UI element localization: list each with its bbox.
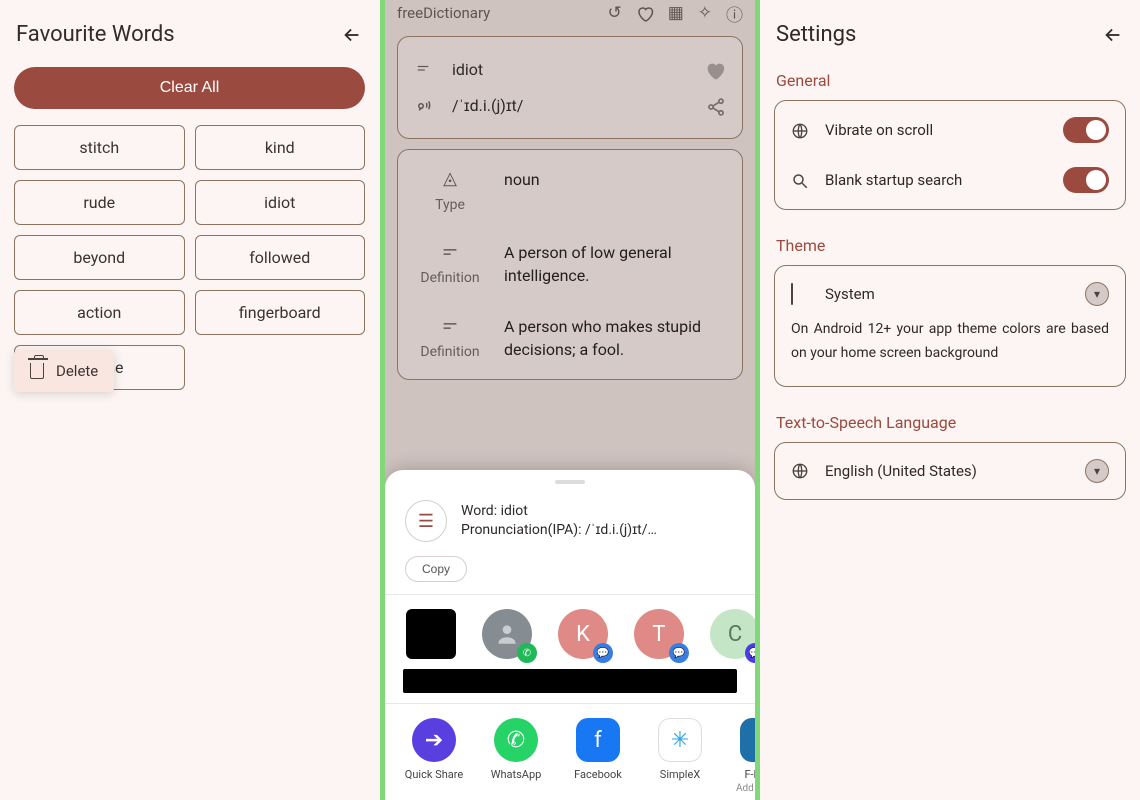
theme-description: On Android 12+ your app theme colors are… (775, 318, 1125, 382)
share-app[interactable]: ➔Quick Share (403, 718, 465, 781)
word-chip[interactable]: beyond (14, 235, 185, 280)
theme-value: System (825, 285, 1071, 303)
tts-card: English (United States) ▾ (774, 442, 1126, 500)
chevron-down-icon[interactable]: ▾ (1085, 459, 1109, 483)
definition-label: Definition (420, 344, 479, 360)
theme-selector-row[interactable]: System ▾ (775, 270, 1125, 318)
definition-label: Definition (420, 270, 479, 286)
copy-button[interactable]: Copy (405, 556, 467, 582)
type-icon: ◬ (414, 168, 486, 189)
heart-icon[interactable] (704, 57, 726, 82)
share-contact[interactable]: C💬 (707, 609, 755, 663)
app-title: freeDictionary (397, 4, 593, 22)
share-apps-row: ➔Quick Share ✆WhatsApp fFacebook ✳SimpleX ◘F… (385, 704, 755, 800)
general-settings-card: Vibrate on scroll Blank startup search (774, 100, 1126, 210)
word-chip[interactable]: fingerboard (195, 290, 366, 335)
setting-row-vibrate[interactable]: Vibrate on scroll (775, 105, 1125, 155)
share-app[interactable]: ✆WhatsApp (485, 718, 547, 781)
tts-value: English (United States) (825, 462, 1071, 480)
delete-context-item[interactable]: Delete (14, 350, 114, 392)
section-general-label: General (760, 61, 1140, 96)
vibrate-label: Vibrate on scroll (825, 121, 1049, 139)
share-app[interactable]: fFacebook (567, 718, 629, 781)
share-line-1: Word: idiot (461, 502, 657, 521)
definition-icon (414, 315, 486, 336)
clear-all-button[interactable]: Clear All (14, 67, 365, 109)
definition-text-1: A person of low general intelligence. (504, 241, 726, 287)
tts-selector-row[interactable]: English (United States) ▾ (775, 447, 1125, 495)
chevron-down-icon[interactable]: ▾ (1085, 282, 1109, 306)
definition-text-2: A person who makes stupid decisions; a f… (504, 315, 726, 361)
setting-row-blank-search[interactable]: Blank startup search (775, 155, 1125, 205)
share-app[interactable]: ◘F-DroidAdd repos… (731, 718, 755, 794)
share-line-2: Pronunciation(IPA): /ˈɪd.i.(j)ɪt/… (461, 521, 657, 540)
word-chip[interactable]: rude (14, 180, 185, 225)
type-value: noun (504, 168, 726, 213)
word-chip[interactable]: idiot (195, 180, 366, 225)
share-contacts-row: ✆ K💬 T💬 C💬 (385, 595, 755, 669)
share-icon[interactable] (706, 94, 726, 118)
word-chip[interactable]: action (14, 290, 185, 335)
share-doc-icon: ☰ (405, 500, 447, 542)
back-icon[interactable] (1102, 22, 1124, 47)
word-card: idiot /ˈɪd.i.(j)ɪt/ (397, 36, 743, 139)
globe-icon (791, 461, 811, 481)
share-contact[interactable]: ✆ (479, 609, 535, 663)
info-icon[interactable]: ⓘ (726, 1, 743, 26)
word-chip[interactable]: kind (195, 125, 366, 170)
blank-search-label: Blank startup search (825, 171, 1049, 189)
word-value: idiot (452, 60, 688, 79)
share-contact[interactable]: T💬 (631, 609, 687, 663)
ipa-value: /ˈɪd.i.(j)ɪt/ (452, 96, 690, 116)
notes-icon (414, 59, 436, 80)
favourites-title: Favourite Words (16, 22, 175, 47)
type-label: Type (435, 197, 465, 213)
favourite-icon[interactable] (636, 3, 654, 23)
monitor-icon (791, 284, 811, 304)
blank-search-toggle[interactable] (1063, 167, 1109, 193)
word-chip[interactable]: followed (195, 235, 366, 280)
settings-title: Settings (776, 22, 856, 47)
history-icon[interactable]: ↺ (607, 3, 621, 23)
share-contact[interactable]: K💬 (555, 609, 611, 663)
share-sheet: ☰ Word: idiot Pronunciation(IPA): /ˈɪd.i… (385, 470, 755, 800)
share-contacts-names-redacted (403, 669, 737, 693)
section-tts-label: Text-to-Speech Language (760, 403, 1140, 438)
sheet-handle[interactable] (555, 480, 585, 484)
vibrate-toggle[interactable] (1063, 117, 1109, 143)
definitions-card: ◬ Type noun Definition A person of low g… (397, 149, 743, 381)
trash-icon (30, 363, 44, 379)
share-contact[interactable] (403, 609, 459, 663)
settings-shortcut-icon[interactable]: ✧ (698, 3, 712, 23)
random-icon[interactable]: ▦ (668, 3, 684, 23)
globe-icon (791, 120, 811, 140)
word-chip[interactable]: stitch (14, 125, 185, 170)
share-app[interactable]: ✳SimpleX (649, 718, 711, 781)
search-icon (791, 170, 811, 190)
back-icon[interactable] (341, 22, 363, 47)
speak-icon[interactable] (414, 95, 436, 116)
delete-label: Delete (56, 362, 98, 380)
definition-icon (414, 241, 486, 262)
theme-card: System ▾ On Android 12+ your app theme c… (774, 265, 1126, 387)
section-theme-label: Theme (760, 226, 1140, 261)
